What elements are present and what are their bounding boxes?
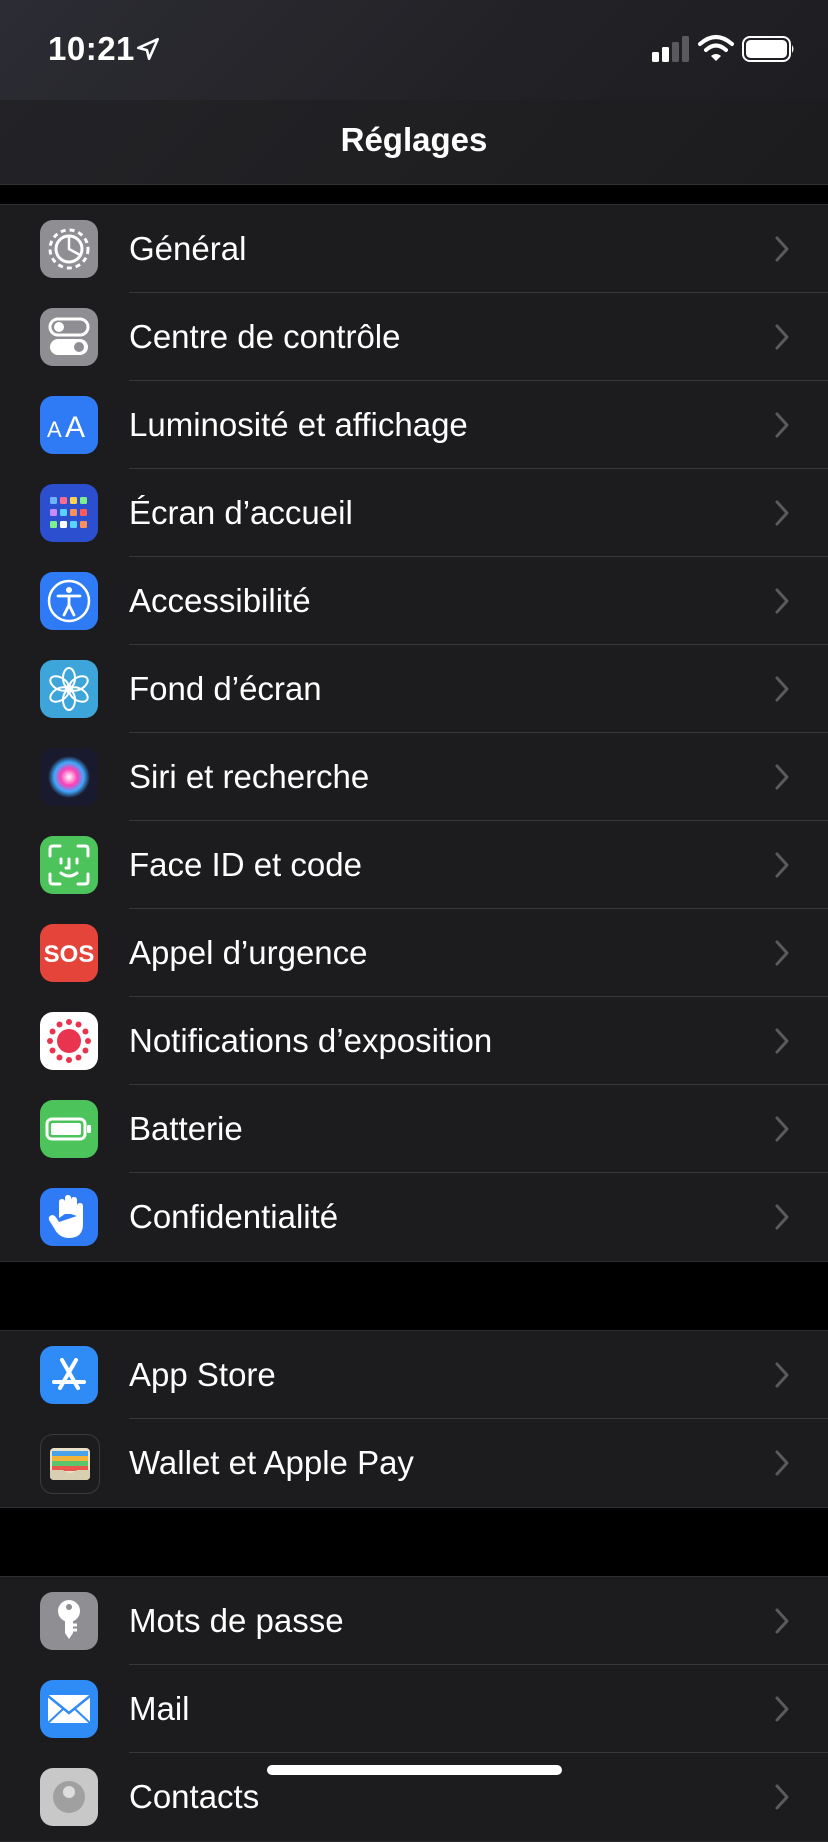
svg-text:SOS: SOS [44,941,95,968]
chevron-right-icon [775,500,789,526]
gear-icon [40,220,98,278]
settings-row-appel-d-urgence[interactable]: SOS Appel d’urgence [0,909,828,997]
settings-row-label: Siri et recherche [129,758,370,795]
home-grid-icon [40,484,98,542]
settings-row-accessibilite[interactable]: Accessibilité [0,557,828,645]
location-arrow-icon [136,37,160,61]
settings-group-system: Général Centre de contrôle A A Luminosité et… [0,204,828,1262]
settings-row-mots-de-passe[interactable]: Mots de passe [0,1577,828,1665]
face-id-icon [40,836,98,894]
navigation-bar: Réglages [0,100,828,185]
chevron-right-icon [775,1028,789,1054]
home-indicator[interactable] [267,1765,562,1775]
app-store-icon [40,1346,98,1404]
settings-row-notifications-d-exposition[interactable]: Notifications d’exposition [0,997,828,1085]
settings-row-confidentialite[interactable]: Confidentialité [0,1173,828,1261]
chevron-right-icon [775,412,789,438]
settings-row-label: Contacts [129,1778,260,1815]
svg-text:A: A [65,411,85,444]
wallet-icon [40,1434,100,1494]
chevron-right-icon [775,1450,789,1476]
svg-text:A: A [47,417,62,442]
toggles-icon [40,308,98,366]
chevron-right-icon [775,852,789,878]
settings-row-fond-d-ecran[interactable]: Fond d’écran [0,645,828,733]
flower-icon [40,660,98,718]
settings-row-label: Confidentialité [129,1198,339,1235]
settings-row-label: Notifications d’exposition [129,1022,493,1059]
chevron-right-icon [775,764,789,790]
settings-row-batterie[interactable]: Batterie [0,1085,828,1173]
settings-row-mail[interactable]: Mail [0,1665,828,1753]
settings-row-siri-et-recherche[interactable]: Siri et recherche [0,733,828,821]
settings-row-label: Mots de passe [129,1602,344,1639]
settings-row-wallet-et-apple-pay[interactable]: Wallet et Apple Pay [0,1419,828,1507]
status-bar: 10:21 [0,0,828,100]
chevron-right-icon [775,940,789,966]
chevron-right-icon [775,324,789,350]
settings-row-app-store[interactable]: App Store [0,1331,828,1419]
chevron-right-icon [775,1362,789,1388]
settings-row-label: Appel d’urgence [129,934,368,971]
settings-row-label: Mail [129,1690,190,1727]
hand-icon [40,1188,98,1246]
accessibility-icon [40,572,98,630]
settings-group-accounts: Mots de passe Mail Contacts [0,1576,828,1842]
settings-row-centre-de-controle[interactable]: Centre de contrôle [0,293,828,381]
chevron-right-icon [775,676,789,702]
battery-status-icon [742,36,794,62]
settings-row-label: Accessibilité [129,582,311,619]
settings-row-label: Général [129,230,247,267]
mail-icon [40,1680,98,1738]
settings-row-label: Wallet et Apple Pay [129,1444,414,1481]
contacts-icon [40,1768,98,1826]
cellular-signal-icon [652,36,689,62]
sos-icon: SOS [40,924,98,982]
settings-row-luminosite-et-affichage[interactable]: A A Luminosité et affichage [0,381,828,469]
settings-row-face-id-et-code[interactable]: Face ID et code [0,821,828,909]
chevron-right-icon [775,1696,789,1722]
wifi-icon [698,35,734,61]
settings-row-ecran-d-accueil[interactable]: Écran d’accueil [0,469,828,557]
chevron-right-icon [775,236,789,262]
chevron-right-icon [775,588,789,614]
text-size-icon: AA [40,396,98,454]
chevron-right-icon [775,1784,789,1810]
chevron-right-icon [775,1608,789,1634]
page-title: Réglages [340,121,488,158]
key-icon [40,1592,98,1650]
settings-row-general[interactable]: Général [0,205,828,293]
siri-icon [40,748,98,806]
chevron-right-icon [775,1116,789,1142]
settings-group-store: App Store Wallet et Apple Pay [0,1330,828,1508]
settings-row-label: Face ID et code [129,846,362,883]
settings-row-label: Luminosité et affichage [129,406,468,443]
settings-row-label: Fond d’écran [129,670,322,707]
chevron-right-icon [775,1204,789,1230]
exposure-icon [40,1012,98,1070]
settings-row-label: Centre de contrôle [129,318,401,355]
settings-row-label: App Store [129,1356,276,1393]
settings-row-label: Écran d’accueil [129,494,353,531]
status-time: 10:21 [48,30,135,67]
battery-icon [40,1100,98,1158]
settings-row-label: Batterie [129,1110,243,1147]
